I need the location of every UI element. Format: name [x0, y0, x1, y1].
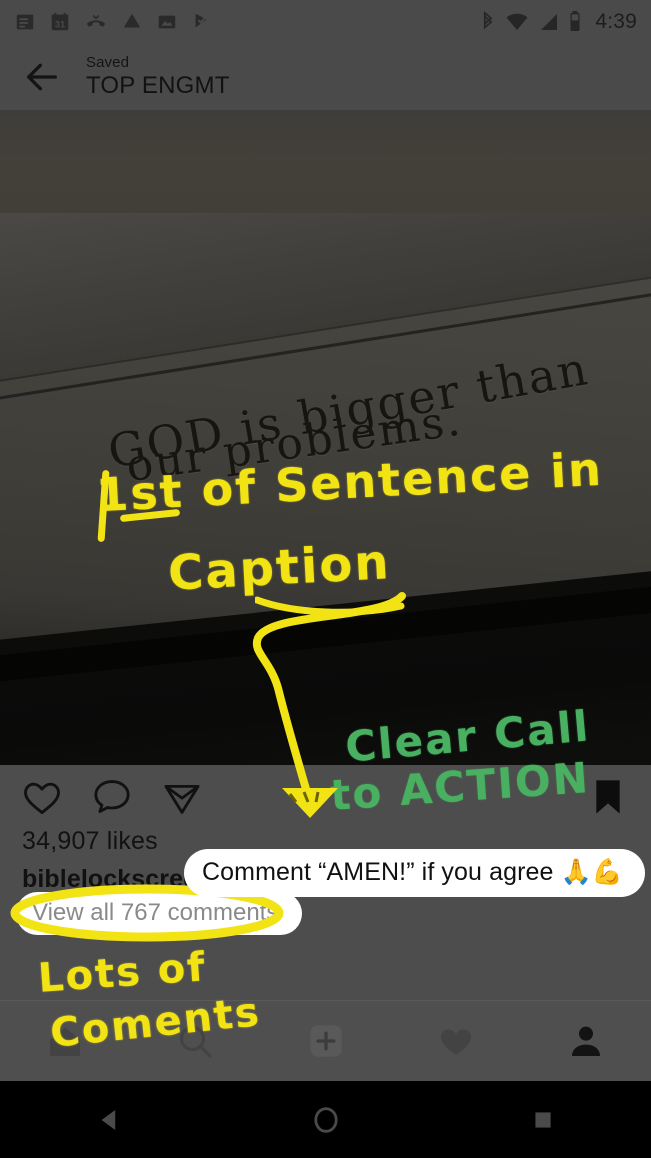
- post-caption-highlight: Comment “AMEN!” if you agree 🙏💪: [184, 849, 646, 897]
- back-arrow-icon[interactable]: [22, 57, 62, 97]
- news-icon: [16, 14, 34, 30]
- battery-icon: [570, 11, 580, 31]
- photo-icon: [158, 15, 176, 29]
- nav-home-button[interactable]: [266, 1081, 386, 1158]
- nav-recents-button[interactable]: [483, 1081, 603, 1158]
- add-post-icon: [309, 1025, 342, 1057]
- tab-activity[interactable]: [391, 1001, 521, 1081]
- profile-icon: [571, 1026, 600, 1056]
- post-action-bar: [20, 775, 204, 819]
- tab-search[interactable]: [130, 1001, 260, 1081]
- status-bar-clock: 4:39: [595, 10, 637, 33]
- google-drive-icon: [123, 13, 141, 28]
- app-header: Saved TOP ENGMT: [0, 44, 651, 110]
- status-bar-notification-icons: 31: [14, 11, 213, 33]
- instagram-tab-bar: [0, 1001, 651, 1081]
- back-triangle-icon: [101, 1109, 115, 1130]
- tab-profile[interactable]: [521, 1001, 651, 1081]
- page-title: TOP ENGMT: [86, 71, 230, 99]
- share-send-icon[interactable]: [160, 775, 204, 819]
- home-icon: [50, 1027, 81, 1056]
- wifi-icon: [506, 13, 528, 31]
- comment-bubble-icon[interactable]: [90, 775, 134, 819]
- status-bar: 31 4:39: [0, 0, 651, 44]
- search-icon: [180, 1025, 212, 1058]
- status-bar-system-icons: 4:39: [479, 10, 637, 34]
- tab-add-post[interactable]: [260, 1001, 390, 1081]
- header-subtitle: Saved: [86, 54, 130, 72]
- header-title-group: Saved TOP ENGMT: [86, 55, 230, 98]
- nav-back-button[interactable]: [49, 1081, 169, 1158]
- likes-count: 34,907 likes: [22, 827, 158, 855]
- home-circle-icon: [313, 1106, 338, 1133]
- svg-text:31: 31: [55, 20, 65, 30]
- tab-home[interactable]: [0, 1001, 130, 1081]
- bookmark-filled-icon[interactable]: [591, 777, 625, 817]
- calendar-31-icon: 31: [51, 12, 69, 31]
- pre-image-gap: [0, 110, 651, 213]
- bluetooth-icon: [484, 11, 493, 30]
- annotation-arrow-to-caption: [252, 592, 406, 818]
- activity-heart-icon: [440, 1029, 471, 1056]
- tasks-check-icon: [195, 13, 207, 28]
- phone-screen: 31 4:39 Saved TOP ENGMT GOD is bigger th: [0, 0, 651, 1158]
- cell-signal-icon: [541, 14, 558, 30]
- recents-square-icon: [534, 1111, 551, 1128]
- like-heart-icon[interactable]: [20, 775, 64, 819]
- android-nav-bar: [0, 1081, 651, 1158]
- missed-call-icon: [86, 14, 106, 27]
